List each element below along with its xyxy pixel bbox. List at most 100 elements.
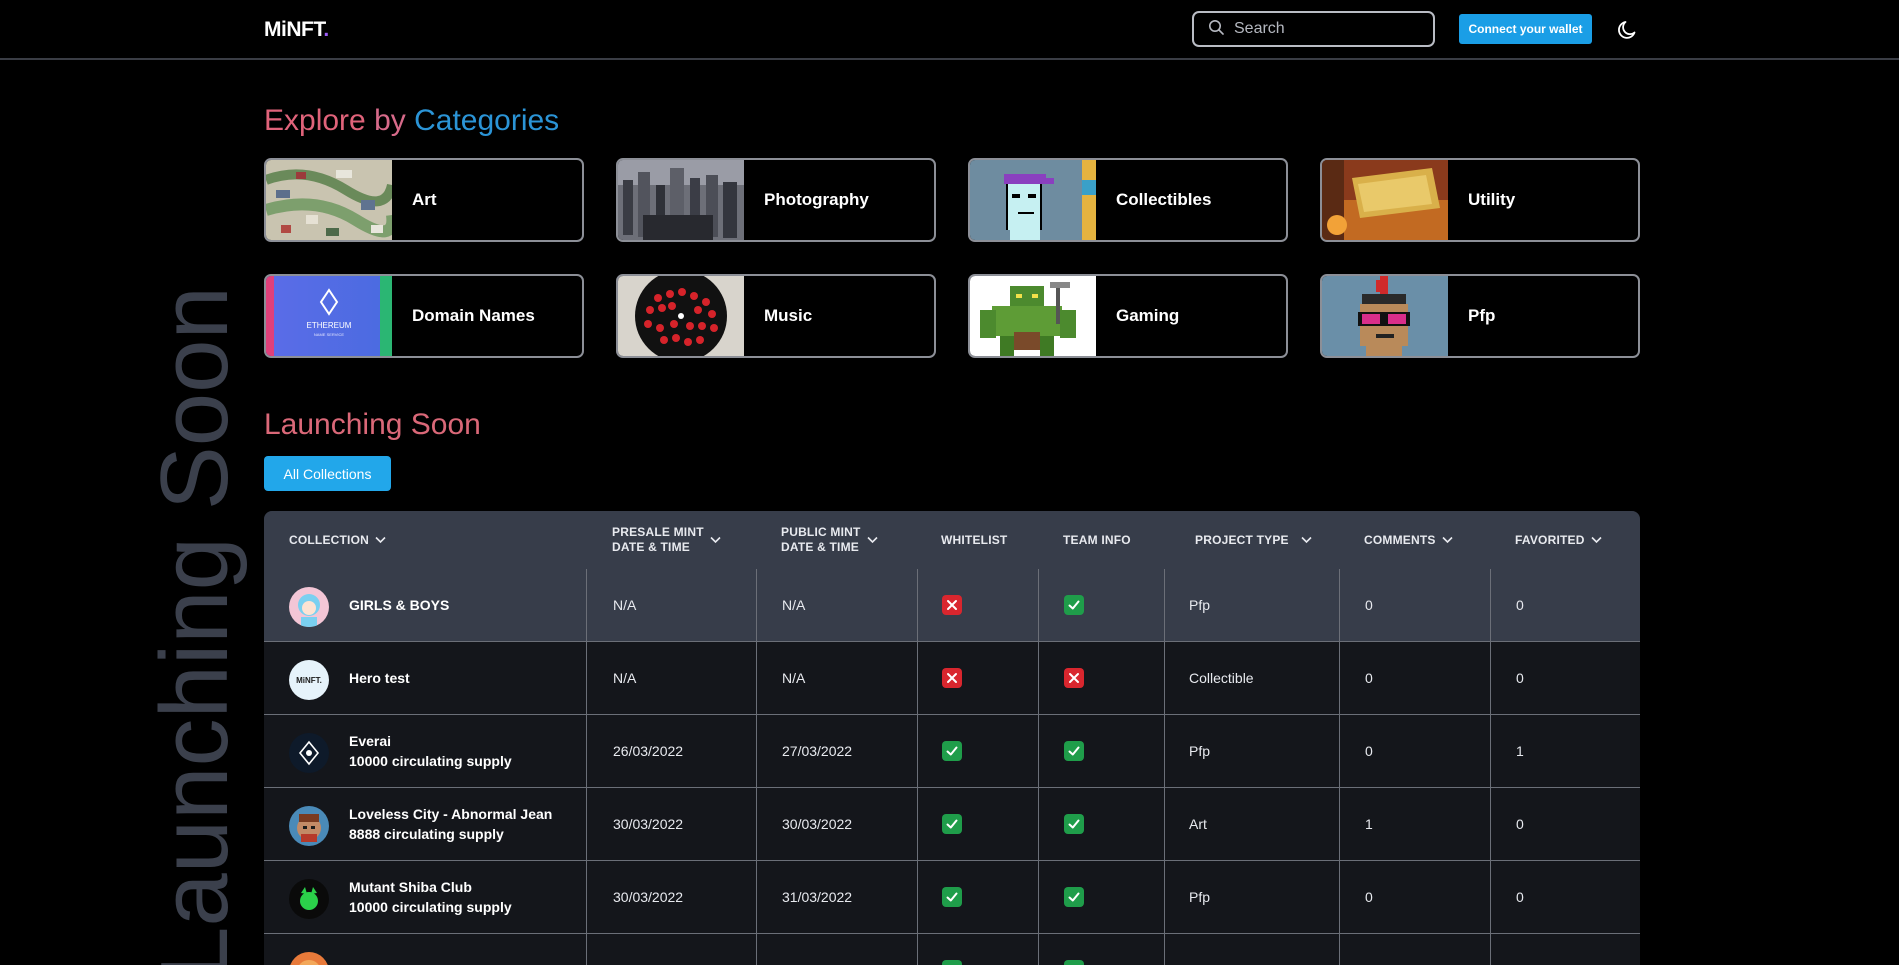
favorited-count: 0 xyxy=(1516,889,1524,905)
collection-name-block[interactable]: Mutant Shiba Club 10000 circulating suppl… xyxy=(349,861,512,933)
column-header-whitelist: WHITELIST xyxy=(941,532,1008,547)
collection-avatar xyxy=(289,733,329,773)
column-header-public[interactable]: PUBLIC MINT DATE & TIME xyxy=(781,511,878,569)
team-info-status xyxy=(1064,861,1084,933)
svg-text:ETHEREUM: ETHEREUM xyxy=(307,321,352,330)
chevron-down-icon xyxy=(866,536,878,544)
gaming-thumbnail xyxy=(970,276,1096,356)
collection-name-block[interactable]: GIRLS & BOYS xyxy=(349,569,449,641)
art-thumbnail xyxy=(266,160,392,240)
utility-thumbnail xyxy=(1322,160,1448,240)
top-navbar: MiNFT. Connect your wallet xyxy=(0,0,1899,60)
whitelist-status xyxy=(942,934,962,965)
public-date: N/A xyxy=(782,597,806,613)
table-row[interactable]: Mutant Shiba Club 10000 circulating suppl… xyxy=(264,861,1640,934)
whitelist-status xyxy=(942,788,962,860)
svg-text:MiNFT.: MiNFT. xyxy=(296,676,322,685)
check-icon xyxy=(942,887,962,907)
check-icon xyxy=(942,814,962,834)
category-card-domain-names[interactable]: ETHEREUM NAME SERVICE Domain Names xyxy=(264,274,584,358)
music-thumbnail xyxy=(618,276,744,356)
connect-wallet-button[interactable]: Connect your wallet xyxy=(1459,14,1592,44)
team-info-status xyxy=(1064,715,1084,787)
check-icon xyxy=(942,960,962,965)
table-row[interactable]: MiNFT. Hero test N/A N/A Collectible 0 0 xyxy=(264,642,1640,715)
category-card-gaming[interactable]: Gaming xyxy=(968,274,1288,358)
project-type: Pfp xyxy=(1189,889,1211,905)
svg-text:NAME SERVICE: NAME SERVICE xyxy=(314,332,344,337)
cross-icon xyxy=(942,668,962,688)
check-icon xyxy=(1064,960,1084,965)
whitelist-status xyxy=(942,569,962,641)
circulating-supply: 10000 circulating supply xyxy=(349,753,512,769)
category-card-utility[interactable]: Utility xyxy=(1320,158,1640,242)
collection-name[interactable]: Loveless City - Abnormal Jean xyxy=(349,806,552,822)
collection-name-block[interactable]: Loveless City - Abnormal Jean 8888 circul… xyxy=(349,788,552,860)
search-icon xyxy=(1208,19,1224,40)
search-box[interactable] xyxy=(1192,11,1435,47)
column-header-collection[interactable]: COLLECTION xyxy=(289,511,386,569)
category-label: Collectibles xyxy=(1116,190,1212,209)
comments-count: 0 xyxy=(1365,597,1373,613)
check-icon xyxy=(1064,595,1084,615)
collection-name[interactable]: Hero test xyxy=(349,670,410,686)
category-card-collectibles[interactable]: Collectibles xyxy=(968,158,1288,242)
category-label: Art xyxy=(412,190,437,209)
chevron-down-icon xyxy=(1591,536,1602,544)
collection-name-block[interactable]: Hero test xyxy=(349,642,410,714)
collection-name-block[interactable]: Everai 10000 circulating supply xyxy=(349,715,512,787)
collection-name[interactable]: Everai xyxy=(349,733,512,749)
team-info-status xyxy=(1064,642,1084,714)
project-type: Art xyxy=(1189,816,1207,832)
project-type: Pfp xyxy=(1189,743,1211,759)
favorited-count: 1 xyxy=(1516,743,1524,759)
category-card-photography[interactable]: Photography xyxy=(616,158,936,242)
domain-names-thumbnail: ETHEREUM NAME SERVICE xyxy=(266,276,392,356)
search-input[interactable] xyxy=(1234,20,1414,38)
public-date: N/A xyxy=(782,670,806,686)
collection-avatar xyxy=(289,952,329,965)
minft-logo[interactable]: MiNFT. xyxy=(264,18,329,42)
table-row[interactable]: GIRLS & BOYS N/A N/A Pfp 0 0 xyxy=(264,569,1640,642)
project-type: Pfp xyxy=(1189,597,1211,613)
team-info-status xyxy=(1064,934,1084,965)
whitelist-status xyxy=(942,861,962,933)
category-label: Domain Names xyxy=(412,306,535,325)
whitelist-status xyxy=(942,715,962,787)
launching-soon-title: Launching Soon xyxy=(264,408,481,441)
column-header-comments[interactable]: COMMENTS xyxy=(1364,511,1453,569)
column-header-team-info: TEAM INFO xyxy=(1063,532,1131,547)
category-card-art[interactable]: Art xyxy=(264,158,584,242)
circulating-supply: 8888 circulating supply xyxy=(349,826,504,842)
table-row[interactable]: Loveless City - Abnormal Jean 8888 circul… xyxy=(264,788,1640,861)
presale-date: 26/03/2022 xyxy=(613,743,684,759)
collection-name-block[interactable]: Fuzzy Felons xyxy=(349,934,437,965)
table-row[interactable]: Everai 10000 circulating supply 26/03/2022… xyxy=(264,715,1640,788)
check-icon xyxy=(1064,814,1084,834)
column-header-project-type[interactable]: PROJECT TYPE xyxy=(1195,511,1312,569)
comments-count: 0 xyxy=(1365,743,1373,759)
collection-name[interactable]: Mutant Shiba Club xyxy=(349,879,512,895)
column-header-presale[interactable]: PRESALE MINT DATE & TIME xyxy=(612,511,721,569)
collection-avatar: MiNFT. xyxy=(289,660,329,700)
category-card-pfp[interactable]: Pfp xyxy=(1320,274,1640,358)
collectibles-thumbnail xyxy=(970,160,1096,240)
pfp-thumbnail xyxy=(1322,276,1448,356)
collection-avatar xyxy=(289,587,329,627)
public-date: 31/03/2022 xyxy=(782,889,853,905)
category-label: Utility xyxy=(1468,190,1516,209)
photography-thumbnail xyxy=(618,160,744,240)
cross-icon xyxy=(942,595,962,615)
category-label: Photography xyxy=(764,190,869,209)
project-type: Collectible xyxy=(1189,670,1254,686)
favorited-count: 0 xyxy=(1516,816,1524,832)
collection-name[interactable]: GIRLS & BOYS xyxy=(349,597,449,613)
column-header-favorited[interactable]: FAVORITED xyxy=(1515,511,1602,569)
table-row[interactable]: Fuzzy Felons xyxy=(264,934,1640,965)
category-card-music[interactable]: Music xyxy=(616,274,936,358)
chevron-down-icon xyxy=(1301,536,1312,544)
launching-soon-watermark: Launching Soon xyxy=(141,286,248,965)
dark-mode-toggle-icon[interactable] xyxy=(1617,19,1639,46)
all-collections-button[interactable]: All Collections xyxy=(264,456,391,491)
comments-count: 1 xyxy=(1365,816,1373,832)
